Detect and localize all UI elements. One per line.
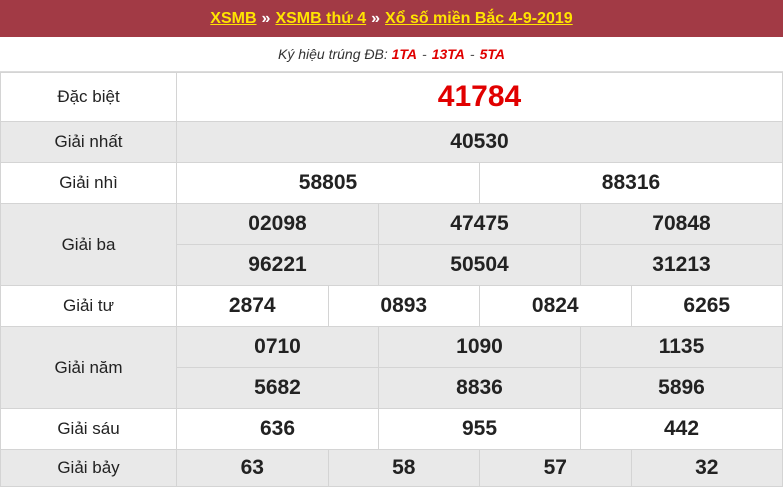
prize-label: Giải sáu	[0, 408, 177, 450]
prize-number: 442	[580, 408, 783, 450]
prize-number: 58	[327, 449, 480, 487]
prize-number: 6265	[630, 285, 783, 327]
prize-number: 1090	[378, 326, 581, 368]
breadcrumb-link-xsmb[interactable]: XSMB	[210, 10, 256, 28]
prize-number: 636	[176, 408, 379, 450]
prize-number: 40530	[176, 121, 783, 163]
results-table: Đặc biệt 41784 Giải nhất 40530 Giải nhì …	[0, 72, 783, 487]
prize-label: Đặc biệt	[0, 72, 177, 122]
prize-row-dac-biet: Đặc biệt 41784	[0, 72, 783, 122]
special-code-line: Ký hiệu trúng ĐB: 1TA - 13TA - 5TA	[0, 37, 783, 72]
prize-number: 0893	[327, 285, 480, 327]
prize-row-giai-ba: Giải ba 02098 47475 70848	[0, 203, 783, 286]
prize-row-giai-bay: Giải bảy 63 58 57 32	[0, 449, 783, 487]
code-separator: -	[422, 46, 427, 62]
prize-number: 57	[479, 449, 632, 487]
prize-label: Giải tư	[0, 285, 177, 327]
prize-number: 0824	[479, 285, 632, 327]
prize-row-giai-nhat: Giải nhất 40530	[0, 121, 783, 163]
breadcrumb-separator: »	[261, 9, 271, 27]
prize-number: 58805	[176, 162, 480, 204]
prize-number: 32	[630, 449, 783, 487]
special-code-2: 13TA	[431, 46, 465, 62]
breadcrumb-separator: »	[371, 9, 381, 27]
prize-row-giai-tu: Giải tư 2874 0893 0824 6265	[0, 285, 783, 327]
special-code-1: 1TA	[391, 46, 418, 62]
prize-row-giai-nam: Giải năm 0710 1090 1135	[0, 326, 783, 409]
prize-row-giai-sau: Giải sáu 636 955 442	[0, 408, 783, 450]
prize-number: 96221	[176, 244, 379, 286]
code-separator: -	[469, 46, 475, 62]
prize-number: 8836	[378, 367, 581, 409]
prize-number: 63	[176, 449, 329, 487]
special-prize-number: 41784	[176, 72, 783, 122]
prize-number: 5896	[580, 367, 783, 409]
breadcrumb-link-page-title[interactable]: Xổ số miền Bắc 4-9-2019	[385, 10, 573, 28]
breadcrumb-link-xsmb-thu-4[interactable]: XSMB thứ 4	[275, 10, 366, 28]
prize-number: 47475	[378, 203, 581, 245]
prize-number: 50504	[378, 244, 581, 286]
prize-row-giai-nhi: Giải nhì 58805 88316	[0, 162, 783, 204]
prize-number: 31213	[580, 244, 783, 286]
prize-number: 0710	[176, 326, 379, 368]
prize-number: 955	[378, 408, 581, 450]
prize-number: 1135	[580, 326, 783, 368]
breadcrumb-header: XSMB » XSMB thứ 4 » Xổ số miền Bắc 4-9-2…	[0, 0, 783, 37]
prize-number: 70848	[580, 203, 783, 245]
prize-number: 88316	[479, 162, 783, 204]
prize-number: 02098	[176, 203, 379, 245]
prize-label: Giải bảy	[0, 449, 177, 487]
special-code-3: 5TA	[479, 46, 505, 62]
prize-number: 5682	[176, 367, 379, 409]
special-code-prefix: Ký hiệu trúng ĐB:	[277, 46, 388, 62]
prize-number: 2874	[176, 285, 329, 327]
prize-label: Giải nhì	[0, 162, 177, 204]
prize-label: Giải nhất	[0, 121, 177, 163]
prize-label: Giải năm	[0, 326, 177, 409]
prize-label: Giải ba	[0, 203, 177, 286]
